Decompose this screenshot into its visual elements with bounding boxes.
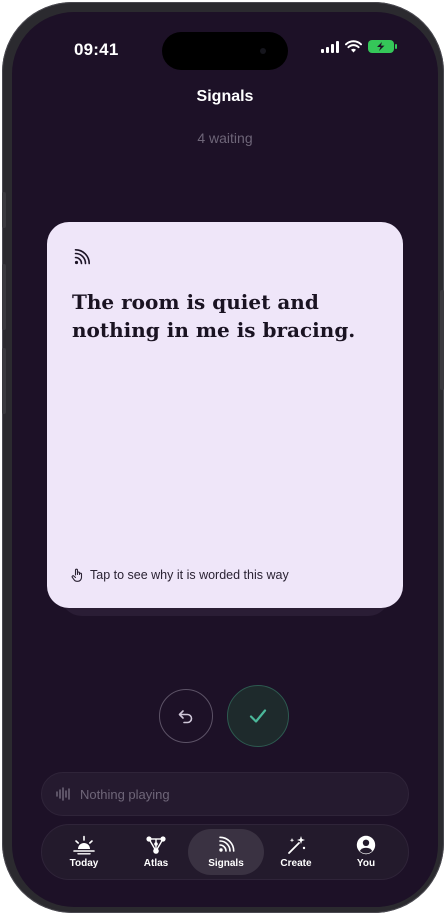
tab-bar: Today Atlas Signals Create You [41, 824, 409, 880]
waiting-count: 4 waiting [197, 130, 253, 146]
tab-create[interactable]: Create [258, 829, 334, 875]
status-time: 09:41 [74, 40, 119, 59]
card-hint-text: Tap to see why it is worded this way [90, 568, 289, 582]
player-status: Nothing playing [80, 786, 170, 802]
tab-label-signals: Signals [208, 858, 244, 869]
mute-switch [2, 192, 6, 228]
signal-waves-icon [219, 836, 235, 852]
confirm-button[interactable] [227, 685, 289, 747]
tab-label-atlas: Atlas [143, 858, 169, 869]
card-hint[interactable]: Tap to see why it is worded this way [71, 568, 289, 582]
page-title: Signals [196, 88, 254, 105]
battery-charging-icon [368, 40, 397, 53]
signal-icon [321, 40, 339, 53]
camera-dot [260, 48, 266, 54]
signal-card[interactable]: The room is quiet and nothing in me is b… [47, 222, 403, 608]
checkmark-icon [249, 709, 267, 723]
volume-up-button [2, 264, 6, 330]
magic-wand-icon [288, 836, 306, 854]
tab-label-today: Today [69, 858, 99, 869]
tab-signals[interactable]: Signals [188, 829, 264, 875]
tap-hand-icon [71, 568, 83, 582]
tab-label-create: Create [280, 858, 312, 869]
dynamic-island [162, 32, 288, 70]
tab-atlas[interactable]: Atlas [118, 829, 194, 875]
signal-statement: The room is quiet and nothing in me is b… [72, 290, 356, 342]
sunrise-icon [73, 835, 95, 855]
phone-frame: 09:41 Signals 4 waiting The room is quie… [2, 2, 444, 913]
tab-label-you: You [356, 858, 376, 869]
undo-button[interactable] [159, 689, 213, 743]
app-screen: 09:41 Signals 4 waiting The room is quie… [12, 12, 438, 907]
status-icons [321, 40, 397, 53]
wifi-icon [345, 40, 362, 53]
profile-icon [356, 835, 376, 855]
power-button [440, 290, 444, 390]
undo-arrow-icon [178, 710, 193, 724]
tab-you[interactable]: You [328, 829, 404, 875]
nodes-icon [146, 836, 166, 854]
tab-today[interactable]: Today [46, 829, 122, 875]
volume-down-button [2, 348, 6, 414]
audio-player-bar[interactable]: Nothing playing [41, 772, 409, 816]
signal-waves-icon [74, 249, 90, 265]
waveform-icon [56, 787, 70, 801]
